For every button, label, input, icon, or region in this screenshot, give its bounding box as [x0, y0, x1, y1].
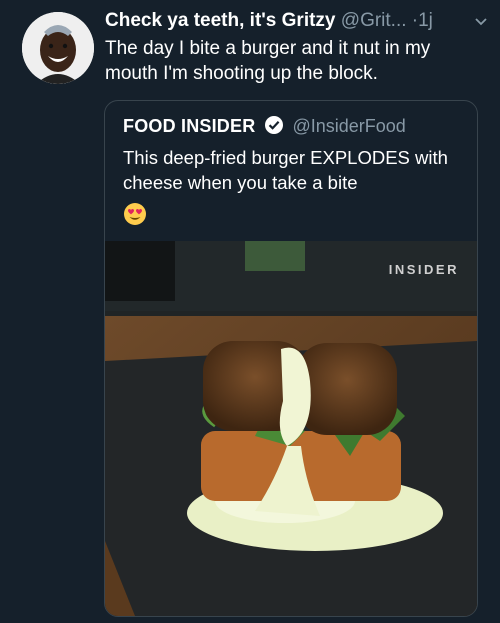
- quoted-display-name: FOOD INSIDER: [123, 116, 256, 136]
- display-name[interactable]: Check ya teeth, it's Gritzy: [105, 10, 336, 31]
- tweet-header: Check ya teeth, it's Gritzy @Grit... ·1j: [105, 10, 490, 34]
- chevron-down-icon[interactable]: [474, 10, 488, 34]
- verified-badge-icon: [264, 115, 284, 140]
- tweet-text: The day I bite a burger and it nut in my…: [105, 38, 431, 84]
- media-watermark: INSIDER: [389, 262, 459, 277]
- heart-eyes-emoji-icon: [123, 202, 147, 226]
- burger-image: INSIDER: [105, 241, 477, 616]
- tweet: Check ya teeth, it's Gritzy @Grit... ·1j…: [0, 0, 500, 623]
- avatar[interactable]: [22, 12, 94, 84]
- quoted-tweet[interactable]: FOOD INSIDER @InsiderFood This deep-frie…: [104, 100, 478, 617]
- quoted-tweet-header: FOOD INSIDER @InsiderFood: [123, 115, 406, 139]
- burger-photo[interactable]: INSIDER: [105, 241, 477, 616]
- avatar-image: [22, 12, 94, 84]
- quoted-tweet-text: This deep-fried burger EXPLODES with che…: [123, 147, 448, 193]
- quoted-handle: @InsiderFood: [292, 116, 406, 136]
- handle-and-time[interactable]: @Grit... ·1j: [341, 10, 433, 31]
